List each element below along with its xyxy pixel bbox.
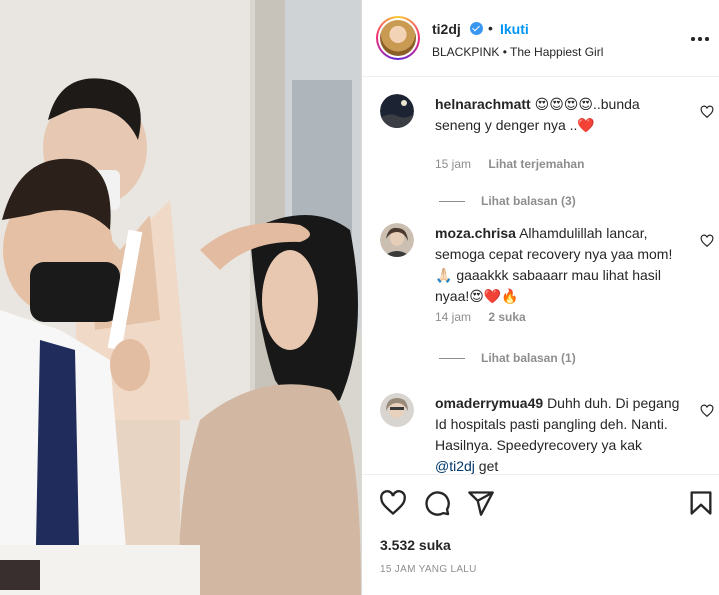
comment-mention-link[interactable]: @ti2dj bbox=[435, 458, 475, 474]
comment-username[interactable]: helnarachmatt bbox=[435, 96, 531, 112]
author-username[interactable]: ti2dj bbox=[432, 21, 461, 37]
comment-icon[interactable] bbox=[423, 489, 451, 517]
commenter-avatar[interactable] bbox=[380, 94, 414, 128]
post-media[interactable] bbox=[0, 0, 361, 595]
comment-username[interactable]: moza.chrisa bbox=[435, 225, 516, 241]
heart-icon[interactable] bbox=[379, 489, 407, 517]
heart-icon[interactable] bbox=[700, 105, 714, 119]
comment-username[interactable]: omaderrymua49 bbox=[435, 395, 543, 411]
heart-icon[interactable] bbox=[700, 234, 714, 248]
post-image bbox=[0, 0, 361, 595]
likes-count[interactable]: 3.532 suka bbox=[380, 537, 451, 553]
author-avatar[interactable] bbox=[376, 16, 420, 60]
heart-icon[interactable] bbox=[700, 404, 714, 418]
commenter-avatar[interactable] bbox=[380, 223, 414, 257]
post-actions: 3.532 suka 15 JAM YANG LALU bbox=[362, 474, 719, 595]
more-options-icon[interactable] bbox=[689, 30, 711, 46]
comment-meta: 14 jam 2 suka bbox=[435, 310, 540, 324]
comment-text-tail: get bbox=[474, 458, 499, 474]
comment-time[interactable]: 14 jam bbox=[435, 310, 471, 324]
see-translation-button[interactable]: Lihat terjemahan bbox=[488, 157, 584, 171]
bookmark-icon[interactable] bbox=[687, 489, 715, 517]
post-timestamp[interactable]: 15 JAM YANG LALU bbox=[380, 564, 477, 575]
verified-badge-icon bbox=[470, 22, 483, 35]
post-header: ti2dj • Ikuti BLACKPINK • The Happiest G… bbox=[362, 0, 719, 77]
comment-like-count[interactable]: 2 suka bbox=[488, 310, 525, 324]
view-replies-button[interactable]: Lihat balasan (3) bbox=[439, 194, 576, 208]
share-icon[interactable] bbox=[467, 489, 495, 517]
follow-button[interactable]: Ikuti bbox=[500, 21, 529, 37]
comment-time[interactable]: 15 jam bbox=[435, 157, 471, 171]
commenter-avatar[interactable] bbox=[380, 393, 414, 427]
dot-separator: • bbox=[488, 20, 493, 36]
audio-subline[interactable]: BLACKPINK • The Happiest Girl bbox=[432, 45, 603, 59]
post-side-panel: ti2dj • Ikuti BLACKPINK • The Happiest G… bbox=[362, 0, 719, 595]
comment-meta: 15 jam Lihat terjemahan bbox=[435, 157, 598, 171]
comment-list[interactable]: helnarachmatt 😍😍😍😍..bunda seneng y denge… bbox=[362, 77, 719, 474]
view-replies-button[interactable]: Lihat balasan (1) bbox=[439, 351, 576, 365]
